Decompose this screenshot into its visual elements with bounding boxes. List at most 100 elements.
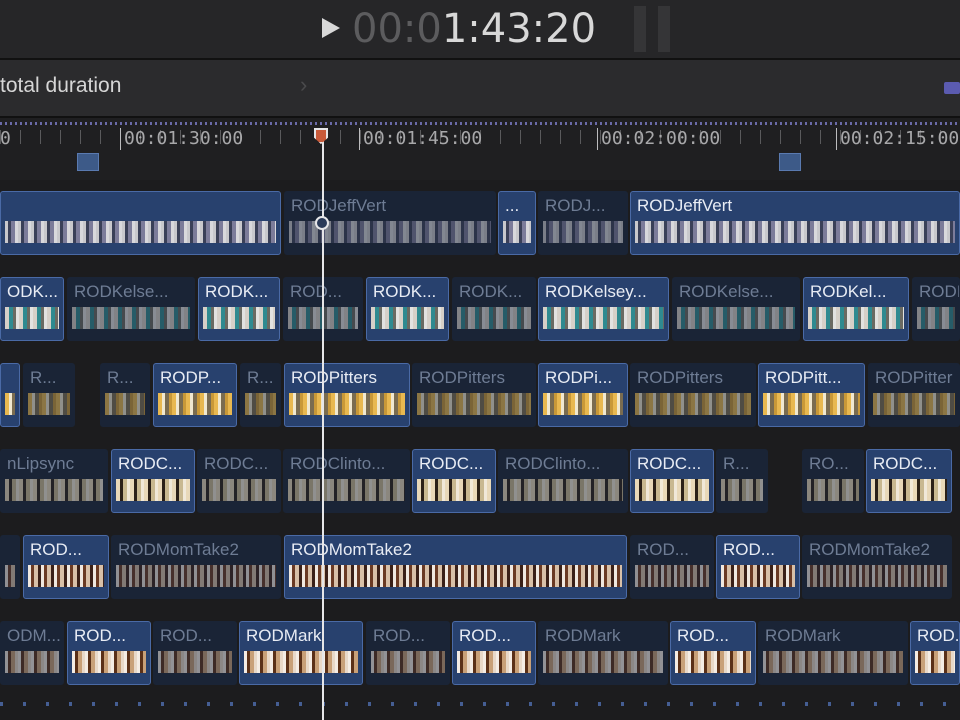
clip[interactable]: RODMark <box>758 621 908 685</box>
clip[interactable]: ROD... <box>452 621 536 685</box>
clip[interactable]: ROD... <box>366 621 450 685</box>
ruler-tick <box>500 130 501 144</box>
clip[interactable]: RO... <box>802 449 864 513</box>
ruler-tick <box>740 130 741 144</box>
clip-name: RODC... <box>873 454 938 473</box>
clip-filmstrip <box>808 307 904 329</box>
play-icon[interactable] <box>322 18 340 38</box>
clip-name: RODKel... <box>810 282 887 301</box>
range-indicator[interactable] <box>944 82 960 94</box>
clip[interactable]: R... <box>100 363 150 427</box>
clip[interactable]: R... <box>240 363 281 427</box>
clip-name: nLipsync <box>7 454 75 473</box>
clip-filmstrip <box>245 393 276 415</box>
timecode-dim: 00:0 <box>352 6 442 52</box>
timecode-display[interactable]: 00:01:43:20 <box>352 6 596 52</box>
clip[interactable]: RODPitters <box>630 363 756 427</box>
clip[interactable]: RODClinto... <box>283 449 410 513</box>
timecode-bright: 1:43:20 <box>441 6 597 52</box>
clip-name: ODM... <box>7 626 61 645</box>
clip-name: RODC... <box>419 454 484 473</box>
clip[interactable]: RODK... <box>452 277 536 341</box>
clip[interactable]: RODKelse... <box>67 277 195 341</box>
clip[interactable]: R... <box>23 363 75 427</box>
clip-filmstrip <box>675 651 751 673</box>
clip[interactable]: RODKel... <box>803 277 909 341</box>
clip[interactable]: RODJeffVert <box>630 191 960 255</box>
clip[interactable]: RODP... <box>153 363 237 427</box>
clip[interactable] <box>0 191 281 255</box>
clip-filmstrip <box>417 393 531 415</box>
clip[interactable]: RODPitt... <box>758 363 865 427</box>
clip[interactable]: ... <box>498 191 536 255</box>
chevron-right-icon[interactable]: › <box>300 72 307 98</box>
clip[interactable]: RODKelse... <box>672 277 800 341</box>
clip-filmstrip <box>635 479 709 501</box>
clip-filmstrip <box>72 651 146 673</box>
clip-filmstrip <box>202 479 276 501</box>
clip-name: RODPitters <box>291 368 377 387</box>
ruler-tick <box>260 130 261 144</box>
ruler-tick-major <box>359 128 360 150</box>
clip[interactable]: ROD... <box>670 621 756 685</box>
clip-name: ROD... <box>459 626 511 645</box>
timeline-ruler[interactable]: 0 00:01:30:00 00:01:45:00 00:02:00:00 00… <box>0 118 960 180</box>
clip[interactable]: RODC... <box>630 449 714 513</box>
clip[interactable]: ROD... <box>23 535 109 599</box>
clip-name: RODClinto... <box>290 454 386 473</box>
clip[interactable]: ROD... <box>630 535 714 599</box>
clip[interactable]: RODMark <box>239 621 363 685</box>
clip-name: ROD... <box>917 626 960 645</box>
clip-filmstrip <box>721 565 795 587</box>
clip-filmstrip <box>371 651 445 673</box>
clip-filmstrip <box>503 479 623 501</box>
clip[interactable]: ROD... <box>716 535 800 599</box>
clip[interactable] <box>0 535 20 599</box>
audio-meter-left <box>634 6 646 52</box>
playhead-knob[interactable] <box>315 216 329 230</box>
clip-name: RODMark <box>246 626 322 645</box>
clip-name: ROD... <box>74 626 126 645</box>
clip[interactable]: RODMark <box>538 621 668 685</box>
clip[interactable] <box>0 363 20 427</box>
clip-name: RODPitters <box>419 368 505 387</box>
clip-name: RODPitt... <box>765 368 842 387</box>
clip[interactable]: RODPitters <box>284 363 410 427</box>
clip-name: RODP... <box>160 368 222 387</box>
clip[interactable]: RODI <box>912 277 960 341</box>
clip[interactable]: ROD... <box>153 621 237 685</box>
clip[interactable]: ROD... <box>910 621 960 685</box>
clip-filmstrip <box>28 565 104 587</box>
clip[interactable]: nLipsync <box>0 449 108 513</box>
clip[interactable]: RODC... <box>197 449 281 513</box>
clip[interactable]: RODMomTake2 <box>802 535 952 599</box>
clip[interactable]: RODPitter <box>868 363 960 427</box>
clip[interactable]: RODJ... <box>538 191 628 255</box>
clip-filmstrip <box>915 651 955 673</box>
clip[interactable]: ODM... <box>0 621 64 685</box>
timeline-marker[interactable] <box>77 153 99 171</box>
clip[interactable]: ODK... <box>0 277 64 341</box>
clip[interactable]: RODClinto... <box>498 449 628 513</box>
clip[interactable]: R... <box>716 449 768 513</box>
clip-filmstrip <box>917 307 955 329</box>
ruler-tick <box>360 130 361 144</box>
clip[interactable]: RODC... <box>866 449 952 513</box>
clip-filmstrip <box>635 221 955 243</box>
clip[interactable]: ROD... <box>67 621 151 685</box>
clip[interactable]: RODPitters <box>412 363 536 427</box>
clip[interactable]: RODK... <box>198 277 280 341</box>
clip[interactable]: RODPi... <box>538 363 628 427</box>
clip[interactable]: RODK... <box>366 277 449 341</box>
clip[interactable]: RODC... <box>111 449 195 513</box>
clip-name: RODC... <box>118 454 183 473</box>
clip[interactable]: RODKelsey... <box>538 277 669 341</box>
clip[interactable]: RODMomTake2 <box>111 535 281 599</box>
clip[interactable]: RODC... <box>412 449 496 513</box>
ruler-tick <box>80 130 81 144</box>
clip-name: RODK... <box>459 282 523 301</box>
clip-filmstrip <box>721 479 763 501</box>
clip[interactable]: RODMomTake2 <box>284 535 627 599</box>
clip-filmstrip <box>677 307 795 329</box>
timeline-marker[interactable] <box>779 153 801 171</box>
